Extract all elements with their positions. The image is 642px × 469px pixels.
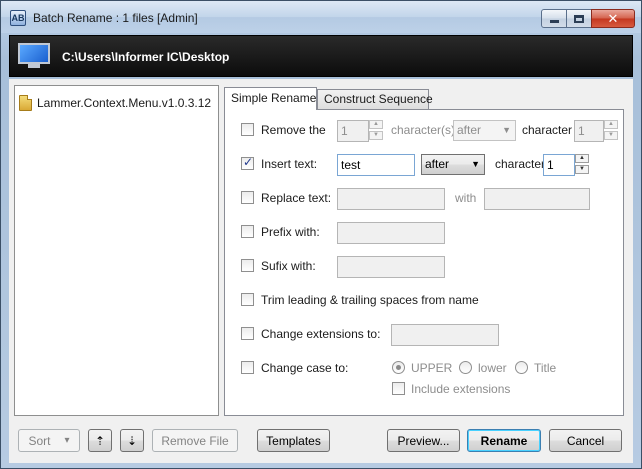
file-list-item[interactable]: Lammer.Context.Menu.v1.0.3.12 [19, 95, 211, 111]
maximize-icon [574, 14, 584, 23]
replace-label: Replace text: [261, 191, 332, 205]
monitor-icon [18, 43, 50, 69]
replace-with-label: with [455, 191, 477, 205]
extension-checkbox[interactable] [241, 327, 254, 340]
remove-character-label: character [522, 123, 573, 137]
remove-char-index-down[interactable]: ▼ [604, 131, 618, 140]
insert-char-index-input[interactable]: 1 [543, 154, 575, 176]
simple-rename-panel: Remove the 1 ▲ ▼ character(s) after ▼ ch… [224, 109, 624, 416]
remove-count-down[interactable]: ▼ [369, 131, 383, 140]
replace-checkbox[interactable] [241, 191, 254, 204]
remove-char-index-up[interactable]: ▲ [604, 120, 618, 129]
window-controls: ✕ [541, 9, 635, 29]
remove-count-up[interactable]: ▲ [369, 120, 383, 129]
file-list[interactable]: Lammer.Context.Menu.v1.0.3.12 [14, 85, 219, 416]
remove-unit-label: character(s) [391, 123, 456, 137]
case-upper-label: UPPER [411, 361, 453, 375]
remove-checkbox[interactable] [241, 123, 254, 136]
suffix-label: Sufix with: [261, 259, 316, 273]
case-upper-radio[interactable] [392, 361, 405, 374]
include-extensions-checkbox[interactable] [392, 382, 405, 395]
case-label: Change case to: [261, 361, 349, 375]
chevron-down-icon: ▼ [502, 125, 511, 135]
prefix-checkbox[interactable] [241, 225, 254, 238]
current-path: C:\Users\Informer IC\Desktop [62, 50, 230, 64]
extension-label: Change extensions to: [261, 327, 381, 341]
case-title-label: Title [534, 361, 557, 375]
maximize-button[interactable] [566, 9, 592, 28]
minimize-icon [549, 20, 559, 23]
insert-char-index-down[interactable]: ▼ [575, 165, 589, 174]
include-extensions-label: Include extensions [411, 382, 511, 396]
arrow-down-icon: ⇣ [126, 433, 138, 448]
case-lower-radio[interactable] [459, 361, 472, 374]
trim-checkbox[interactable] [241, 293, 254, 306]
tab-construct-sequence[interactable]: Construct Sequence [317, 89, 433, 109]
prefix-label: Prefix with: [261, 225, 320, 239]
dialog-content: Lammer.Context.Menu.v1.0.3.12 Simple Ren… [9, 79, 633, 463]
case-title-radio[interactable] [515, 361, 528, 374]
close-icon: ✕ [607, 10, 619, 26]
suffix-input[interactable] [337, 256, 445, 278]
remove-label: Remove the [261, 123, 326, 137]
insert-position-select[interactable]: after ▼ [421, 154, 485, 175]
trim-label: Trim leading & trailing spaces from name [261, 293, 479, 307]
remove-file-button[interactable]: Remove File [152, 429, 238, 452]
arrow-up-icon: ⇡ [94, 433, 106, 448]
insert-text-input[interactable]: test [337, 154, 415, 176]
replace-to-input[interactable] [484, 188, 590, 210]
app-icon: AB [10, 10, 26, 26]
tab-simple-rename[interactable]: Simple Rename [224, 87, 317, 110]
case-lower-label: lower [478, 361, 507, 375]
insert-checkbox[interactable] [241, 155, 254, 170]
insert-label: Insert text: [261, 157, 318, 171]
batch-rename-window: AB Batch Rename : 1 files [Admin] ✕ C:\U… [0, 0, 642, 469]
chevron-down-icon: ▾ [64, 435, 70, 446]
sort-label: Sort [28, 433, 51, 448]
remove-position-value: after [457, 123, 482, 137]
templates-button[interactable]: Templates [257, 429, 330, 452]
file-icon [19, 95, 32, 111]
minimize-button[interactable] [541, 9, 567, 28]
insert-character-label: character [495, 157, 546, 171]
preview-button[interactable]: Preview... [387, 429, 460, 452]
move-up-button[interactable]: ⇡ [88, 429, 112, 452]
move-down-button[interactable]: ⇣ [120, 429, 144, 452]
path-header: C:\Users\Informer IC\Desktop [9, 35, 633, 77]
sort-button[interactable]: Sort ▾ [18, 429, 80, 452]
cancel-button[interactable]: Cancel [549, 429, 622, 452]
prefix-input[interactable] [337, 222, 445, 244]
close-button[interactable]: ✕ [591, 9, 635, 28]
title-bar[interactable]: AB Batch Rename : 1 files [Admin] ✕ [1, 1, 641, 33]
remove-count-input[interactable]: 1 [337, 120, 369, 142]
remove-position-select[interactable]: after ▼ [453, 120, 516, 141]
file-name: Lammer.Context.Menu.v1.0.3.12 [37, 96, 212, 110]
window-title: Batch Rename : 1 files [Admin] [33, 11, 198, 25]
case-checkbox[interactable] [241, 361, 254, 374]
remove-char-index-input[interactable]: 1 [574, 120, 604, 142]
replace-from-input[interactable] [337, 188, 445, 210]
rename-button[interactable]: Rename [467, 429, 541, 452]
extension-input[interactable] [391, 324, 499, 346]
chevron-down-icon: ▼ [471, 159, 480, 169]
suffix-checkbox[interactable] [241, 259, 254, 272]
insert-char-index-up[interactable]: ▲ [575, 154, 589, 163]
insert-position-value: after [425, 157, 450, 171]
